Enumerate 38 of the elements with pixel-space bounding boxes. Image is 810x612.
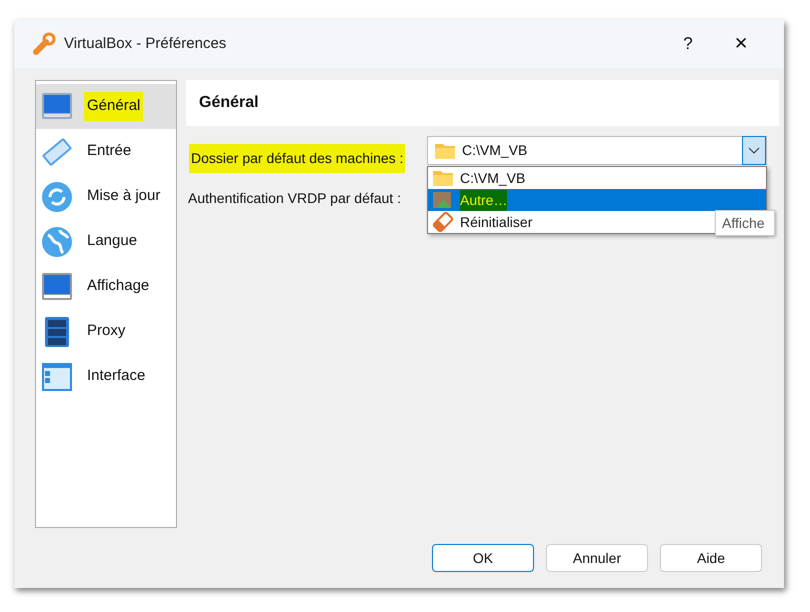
sidebar-item[interactable]: Mise à jour (36, 174, 176, 219)
sidebar-label: Général (84, 92, 144, 121)
option-label: C:\VM_VB (460, 168, 526, 188)
sidebar-item[interactable]: Interface (36, 354, 176, 399)
globe-icon (40, 224, 74, 258)
dropdown-option[interactable]: C:\VM_VB (428, 167, 766, 189)
sidebar-label: Proxy (86, 321, 126, 342)
field-label: Dossier par défaut des machines : (189, 144, 406, 172)
sidebar-label: Interface (86, 366, 146, 386)
sidebar-label: Affichage (86, 276, 150, 296)
option-label: Autre… (460, 190, 508, 210)
field-label: Authentification VRDP par défaut : (187, 188, 402, 208)
wrench-icon (32, 32, 56, 56)
help-button[interactable]: ? (668, 31, 708, 57)
close-button[interactable]: ✕ (716, 31, 766, 57)
dialog-button[interactable]: OK (432, 544, 534, 572)
sidebar-label: Entrée (86, 141, 132, 162)
sidebar-label: Langue (86, 231, 138, 252)
chevron-down-icon (748, 146, 760, 154)
combo-value: C:\VM_VB (462, 141, 528, 160)
sidebar-item[interactable]: Langue (36, 219, 176, 264)
sidebar-item[interactable]: Affichage (36, 264, 176, 309)
folder-icon (432, 168, 454, 188)
dropdown-option[interactable]: Autre… (428, 189, 766, 211)
tooltip-text: Affiche (722, 214, 765, 232)
option-label: Réinitialiser (460, 212, 532, 232)
page-title: Général (199, 93, 259, 113)
dialog-button[interactable]: Aide (660, 544, 762, 572)
sidebar-item[interactable]: Proxy (36, 309, 176, 354)
window-title: VirtualBox - Préférences (64, 34, 226, 54)
sidebar-label: Mise à jour (86, 186, 162, 206)
sidebar-item[interactable]: Entrée (36, 129, 176, 174)
sidebar-item[interactable]: Général (36, 84, 176, 129)
folder-combo-box[interactable]: C:\VM_VB (427, 136, 767, 165)
refresh-icon (40, 180, 74, 214)
folder-picture-icon (432, 190, 454, 210)
dialog-button[interactable]: Annuler (546, 544, 648, 572)
dropdown-button[interactable] (742, 136, 766, 165)
